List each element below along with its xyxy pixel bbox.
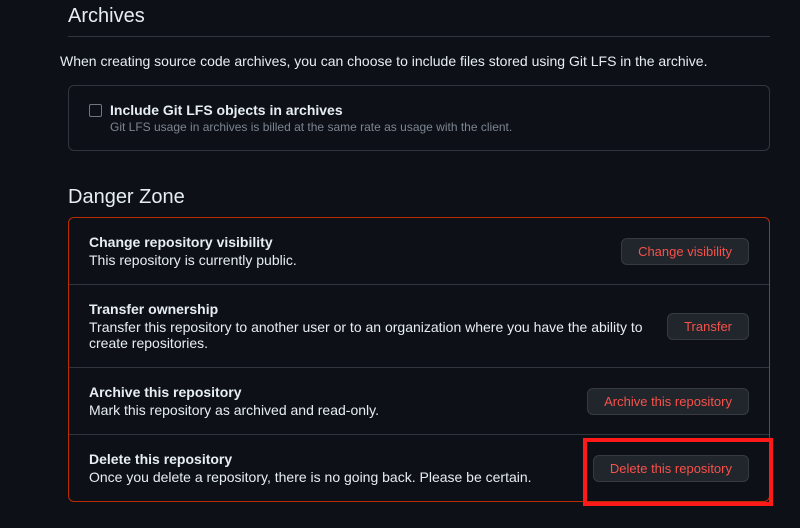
row-text: Archive this repository Mark this reposi… [89,384,587,418]
danger-zone-box: Change repository visibility This reposi… [68,217,770,502]
row-title: Archive this repository [89,384,567,400]
archives-header: Archives [68,0,770,37]
archive-repo-button[interactable]: Archive this repository [587,388,749,415]
change-visibility-button[interactable]: Change visibility [621,238,749,265]
transfer-ownership-row: Transfer ownership Transfer this reposit… [69,285,769,368]
row-title: Delete this repository [89,451,573,467]
lfs-checkbox-row: Include Git LFS objects in archives [89,102,749,118]
archives-section: Archives When creating source code archi… [30,0,770,151]
row-desc: This repository is currently public. [89,252,601,268]
row-title: Change repository visibility [89,234,601,250]
delete-repo-button[interactable]: Delete this repository [593,455,749,482]
row-text: Delete this repository Once you delete a… [89,451,593,485]
lfs-checkbox[interactable] [89,104,102,117]
transfer-button[interactable]: Transfer [667,313,749,340]
lfs-checkbox-label: Include Git LFS objects in archives [110,102,343,118]
row-desc: Transfer this repository to another user… [89,319,647,351]
lfs-checkbox-desc: Git LFS usage in archives is billed at t… [110,120,749,134]
danger-zone-section: Danger Zone Change repository visibility… [30,181,770,502]
archive-repo-row: Archive this repository Mark this reposi… [69,368,769,435]
archives-description: When creating source code archives, you … [60,53,770,69]
row-text: Transfer ownership Transfer this reposit… [89,301,667,351]
danger-zone-header: Danger Zone [68,181,770,217]
change-visibility-row: Change repository visibility This reposi… [69,218,769,285]
delete-repo-row: Delete this repository Once you delete a… [69,435,769,501]
row-desc: Once you delete a repository, there is n… [89,469,573,485]
archives-box: Include Git LFS objects in archives Git … [68,85,770,151]
row-title: Transfer ownership [89,301,647,317]
row-text: Change repository visibility This reposi… [89,234,621,268]
row-desc: Mark this repository as archived and rea… [89,402,567,418]
